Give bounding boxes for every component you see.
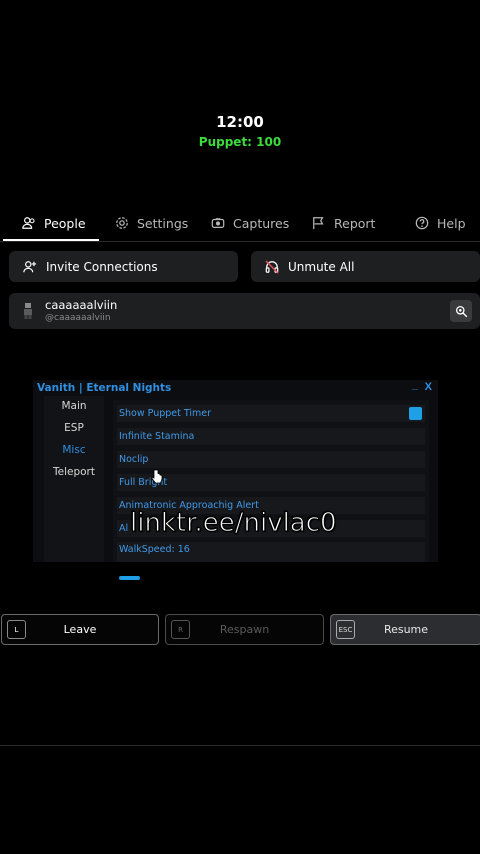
option-noclip[interactable]: Noclip xyxy=(117,451,425,468)
clock-text: 12:00 xyxy=(216,113,264,131)
leave-button[interactable]: L Leave xyxy=(1,614,159,645)
unmute-all-label: Unmute All xyxy=(288,259,355,274)
puppet-timer-toggle[interactable] xyxy=(409,407,422,420)
camera-icon xyxy=(211,218,225,228)
sidebar-item-teleport[interactable]: Teleport xyxy=(44,466,104,478)
inspect-player-button[interactable] xyxy=(450,300,472,322)
magnifier-icon xyxy=(455,305,467,317)
avatar xyxy=(24,303,32,319)
headset-muted-icon xyxy=(265,259,279,274)
sidebar-item-esp[interactable]: ESP xyxy=(44,422,104,434)
tab-people-label: People xyxy=(44,215,86,231)
puppet-counter: Puppet: 100 xyxy=(198,135,282,149)
tab-captures[interactable]: Captures xyxy=(211,205,289,241)
option-show-puppet-timer[interactable]: Show Puppet Timer xyxy=(117,405,425,422)
tab-captures-label: Captures xyxy=(233,215,290,231)
unmute-all-button[interactable]: Unmute All xyxy=(251,251,480,282)
sidebar-item-misc[interactable]: Misc xyxy=(44,444,104,456)
people-icon xyxy=(22,217,35,229)
respawn-key-hint: R xyxy=(171,620,190,639)
option-full-bright[interactable]: Full Bright xyxy=(117,474,425,491)
player-display-name: caaaaaalviin xyxy=(45,298,118,312)
player-row[interactable]: caaaaaalviin @caaaaaalviin xyxy=(9,293,480,329)
resume-key-hint: ESC xyxy=(336,620,355,639)
active-tab-indicator xyxy=(3,239,99,241)
menu-tab-bar: People Settings Captures Report Help xyxy=(0,205,480,242)
respawn-button[interactable]: R Respawn xyxy=(165,614,324,645)
hand-cursor-icon xyxy=(151,469,163,484)
tab-report[interactable]: Report xyxy=(312,205,375,241)
walkspeed-slider[interactable]: WalkSpeed: 16 xyxy=(117,542,425,562)
flag-icon xyxy=(313,217,324,230)
option-label: Al xyxy=(119,523,129,534)
resume-button[interactable]: ESC Resume xyxy=(330,614,480,645)
leave-key-hint: L xyxy=(7,620,26,639)
tab-help[interactable]: Help xyxy=(415,205,466,241)
tab-settings[interactable]: Settings xyxy=(115,205,188,241)
invite-connections-button[interactable]: Invite Connections xyxy=(9,251,238,282)
leave-label: Leave xyxy=(63,623,97,636)
resume-label: Resume xyxy=(383,623,429,636)
walkspeed-slider-fill xyxy=(119,576,140,580)
option-label: Noclip xyxy=(119,454,149,465)
watermark-text: linktr.ee/nivlac0 xyxy=(130,508,338,539)
option-label: Infinite Stamina xyxy=(119,431,195,442)
tab-people[interactable]: People xyxy=(22,205,86,241)
panel-title: Vanith | Eternal Nights xyxy=(37,382,172,394)
invite-connections-label: Invite Connections xyxy=(46,259,158,274)
option-label: Show Puppet Timer xyxy=(119,408,212,419)
gear-icon xyxy=(116,217,128,229)
sidebar-item-main[interactable]: Main xyxy=(44,400,104,412)
tab-report-label: Report xyxy=(334,215,376,231)
option-infinite-stamina[interactable]: Infinite Stamina xyxy=(117,428,425,445)
add-user-icon xyxy=(23,260,37,272)
panel-sidebar: Main ESP Misc Teleport xyxy=(44,396,104,562)
close-button[interactable]: X xyxy=(425,381,432,393)
minimize-button[interactable]: _ xyxy=(412,379,418,391)
tab-help-label: Help xyxy=(437,215,466,231)
walkspeed-label: WalkSpeed: 16 xyxy=(119,544,190,555)
divider xyxy=(0,745,480,746)
help-icon xyxy=(415,216,429,230)
player-username: @caaaaaalviin xyxy=(45,313,111,323)
respawn-label: Respawn xyxy=(219,623,270,636)
tab-settings-label: Settings xyxy=(137,215,189,231)
